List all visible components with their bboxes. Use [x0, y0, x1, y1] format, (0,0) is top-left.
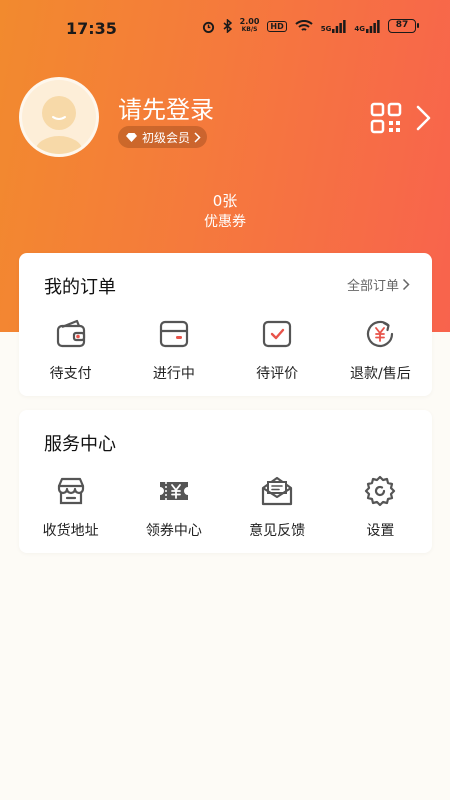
chevron-right-icon — [194, 131, 201, 143]
hd-badge: HD — [267, 20, 287, 32]
service-row: 收货地址 领券中心 意见反馈 设置 — [19, 474, 432, 540]
wallet-icon — [56, 319, 85, 348]
service-center-card: 服务中心 收货地址 领券中心 意见反馈 设置 — [19, 410, 432, 553]
service-shipping-address-label: 收货地址 — [42, 523, 99, 539]
bluetooth-icon — [223, 19, 232, 33]
signal-bars-icon — [366, 19, 380, 33]
order-in-progress-label: 进行中 — [152, 366, 195, 382]
network-speed-unit: KB/S — [241, 26, 258, 33]
member-level-badge[interactable]: 初级会员 — [118, 126, 207, 148]
service-center-title: 服务中心 — [44, 434, 116, 455]
member-level-label: 初级会员 — [142, 130, 191, 145]
service-feedback[interactable]: 意见反馈 — [226, 474, 329, 540]
service-feedback-label: 意见反馈 — [249, 523, 306, 539]
signal-5g: 5G — [320, 19, 347, 33]
network-speed-value: 2.00 — [239, 17, 260, 26]
review-check-icon — [263, 320, 292, 348]
settings-gear-icon — [365, 475, 396, 507]
avatar[interactable] — [19, 77, 99, 157]
all-orders-label: 全部订单 — [346, 279, 399, 294]
store-address-icon — [57, 477, 84, 505]
all-orders-link[interactable]: 全部订单 — [347, 275, 410, 294]
network-speed: 2.00 KB/S — [240, 18, 260, 34]
card-icon — [159, 320, 188, 348]
service-coupon-center[interactable]: 领券中心 — [122, 474, 225, 540]
status-bar: 17:35 2.00 KB/S HD 5G 4G 87 — [0, 0, 450, 56]
order-status-row: 待支付 进行中 待评价 退款/售后 — [19, 317, 432, 383]
chevron-right-icon — [402, 278, 410, 291]
refund-yen-icon — [367, 320, 394, 347]
status-icons: 2.00 KB/S HD 5G 4G 87 — [202, 18, 419, 34]
service-coupon-center-label: 领券中心 — [145, 523, 202, 539]
coupon-count[interactable]: 0张 — [0, 190, 450, 211]
signal-bars-icon — [332, 19, 346, 33]
my-orders-title: 我的订单 — [44, 277, 116, 298]
service-settings-label: 设置 — [366, 523, 395, 539]
battery-indicator: 87 — [388, 19, 419, 33]
service-shipping-address[interactable]: 收货地址 — [19, 474, 122, 540]
default-avatar-icon — [35, 96, 83, 154]
order-refund-aftersales[interactable]: 退款/售后 — [329, 317, 432, 383]
qr-code-icon[interactable] — [370, 102, 402, 134]
order-to-review[interactable]: 待评价 — [226, 317, 329, 383]
service-settings[interactable]: 设置 — [329, 474, 432, 540]
diamond-icon — [126, 132, 137, 142]
feedback-mail-icon — [262, 476, 293, 506]
coupon-label[interactable]: 优惠券 — [0, 211, 450, 231]
login-prompt[interactable]: 请先登录 — [118, 90, 214, 125]
alarm-icon — [202, 21, 214, 33]
order-pending-payment-label: 待支付 — [49, 366, 92, 382]
coupon-ticket-icon — [159, 482, 188, 500]
status-time: 17:35 — [66, 19, 117, 38]
order-pending-payment[interactable]: 待支付 — [19, 317, 122, 383]
wifi-icon — [295, 19, 313, 31]
order-in-progress[interactable]: 进行中 — [122, 317, 225, 383]
signal-4g: 4G — [354, 19, 380, 33]
signal-4g-label: 4G — [354, 24, 365, 33]
signal-5g-label: 5G — [320, 24, 332, 33]
my-orders-card: 我的订单 全部订单 待支付 进行中 待评价 退款/售后 — [19, 253, 432, 396]
order-refund-aftersales-label: 退款/售后 — [350, 366, 411, 382]
order-to-review-label: 待评价 — [256, 366, 299, 382]
profile-chevron-right-icon[interactable] — [414, 104, 434, 132]
